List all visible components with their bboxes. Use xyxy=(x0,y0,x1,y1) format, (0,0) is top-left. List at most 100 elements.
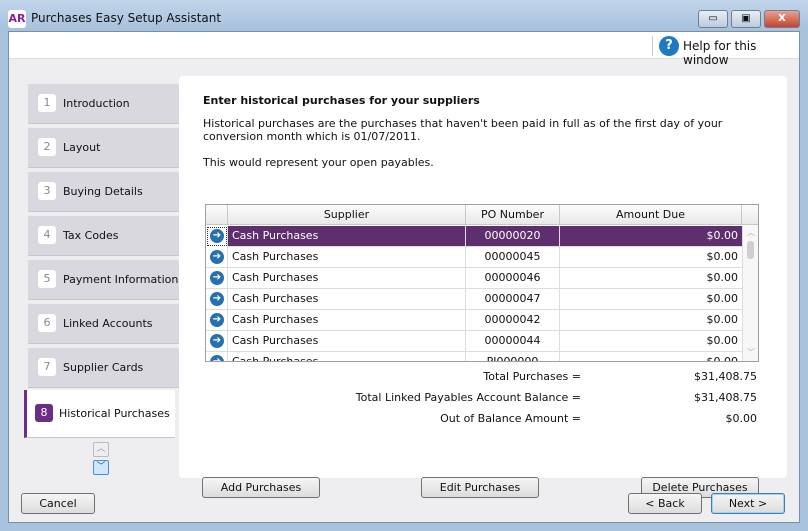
table-row[interactable]: ➔ Cash Purchases 00000046 $0.00 xyxy=(206,268,742,289)
minimize-button[interactable]: ▭ xyxy=(698,10,728,28)
header-supplier[interactable]: Supplier xyxy=(228,205,466,225)
step-introduction[interactable]: 1 Introduction xyxy=(28,84,179,124)
step-number: 1 xyxy=(38,94,56,112)
step-number: 6 xyxy=(38,314,56,332)
scroll-down-arrow-icon[interactable]: ﹀ xyxy=(747,347,755,358)
step-label: Historical Purchases xyxy=(59,407,170,420)
arrow-right-icon[interactable]: ➔ xyxy=(210,229,224,243)
total-label: Total Linked Payables Account Balance = xyxy=(355,391,581,404)
total-value: $31,408.75 xyxy=(694,370,757,383)
po-number-cell: 00000020 xyxy=(466,226,560,247)
step-linked-accounts[interactable]: 6 Linked Accounts xyxy=(28,304,179,344)
step-buying-details[interactable]: 3 Buying Details xyxy=(28,172,179,212)
vertical-scrollbar[interactable]: ︿ ﹀ xyxy=(742,225,758,361)
help-icon[interactable]: ? xyxy=(659,36,679,56)
header-indicator xyxy=(206,205,228,225)
arrow-right-icon[interactable]: ➔ xyxy=(210,250,224,264)
add-purchases-button[interactable]: Add Purchases xyxy=(202,477,320,498)
step-payment-information[interactable]: 5 Payment Information xyxy=(28,260,179,300)
row-drilldown[interactable]: ➔ xyxy=(206,352,228,361)
table-row[interactable]: ➔ Cash Purchases 00000042 $0.00 xyxy=(206,310,742,331)
po-number-cell: PJ000000 xyxy=(466,352,560,361)
arrow-right-icon[interactable]: ➔ xyxy=(210,334,224,348)
supplier-cell: Cash Purchases xyxy=(228,289,466,310)
step-number: 3 xyxy=(38,182,56,200)
step-supplier-cards[interactable]: 7 Supplier Cards xyxy=(28,348,179,388)
table-row[interactable]: ➔ Cash Purchases 00000045 $0.00 xyxy=(206,247,742,268)
app-logo: AR xyxy=(8,10,26,28)
step-label: Tax Codes xyxy=(63,229,119,242)
scroll-up-arrow-icon[interactable]: ︿ xyxy=(747,227,755,238)
scrollbar-thumb[interactable] xyxy=(747,241,754,259)
total-value: $0.00 xyxy=(725,412,758,425)
step-historical-purchases[interactable]: 8 Historical Purchases xyxy=(24,390,175,438)
supplier-cell: Cash Purchases xyxy=(228,268,466,289)
edit-purchases-button[interactable]: Edit Purchases xyxy=(421,477,539,498)
cancel-button[interactable]: Cancel xyxy=(21,493,95,514)
amount-due-cell: $0.00 xyxy=(706,334,739,347)
amount-due-cell: $0.00 xyxy=(706,229,739,242)
next-button[interactable]: Next > xyxy=(711,493,785,514)
supplier-cell: Cash Purchases xyxy=(228,352,466,361)
header-po-number[interactable]: PO Number xyxy=(466,205,560,225)
header-corner xyxy=(742,205,758,225)
po-number-cell: 00000045 xyxy=(466,247,560,268)
step-layout[interactable]: 2 Layout xyxy=(28,128,179,168)
step-number: 8 xyxy=(35,404,53,422)
arrow-right-icon[interactable]: ➔ xyxy=(210,292,224,306)
row-drilldown[interactable]: ➔ xyxy=(206,289,228,310)
step-label: Payment Information xyxy=(63,273,179,286)
step-tax-codes[interactable]: 4 Tax Codes xyxy=(28,216,179,256)
step-label: Introduction xyxy=(63,97,130,110)
window-title: Purchases Easy Setup Assistant xyxy=(31,11,222,25)
scroll-up-button[interactable]: ︿ xyxy=(93,442,109,457)
amount-due-cell: $0.00 xyxy=(706,250,739,263)
step-number: 4 xyxy=(38,226,56,244)
table-row[interactable]: ➔ Cash Purchases PJ000000 $0.00 xyxy=(206,352,742,362)
back-button[interactable]: < Back xyxy=(628,493,702,514)
amount-due-cell: $0.00 xyxy=(706,313,739,326)
arrow-right-icon[interactable]: ➔ xyxy=(210,271,224,285)
po-number-cell: 00000047 xyxy=(466,289,560,310)
maximize-button[interactable]: ▣ xyxy=(731,10,761,28)
row-drilldown[interactable]: ➔ xyxy=(206,226,228,247)
row-drilldown[interactable]: ➔ xyxy=(206,331,228,352)
table-row[interactable]: ➔ Cash Purchases 00000047 $0.00 xyxy=(206,289,742,310)
supplier-cell: Cash Purchases xyxy=(228,331,466,352)
total-label: Out of Balance Amount = xyxy=(440,412,581,425)
step-label: Layout xyxy=(63,141,101,154)
step-label: Buying Details xyxy=(63,185,143,198)
header-amount-due[interactable]: Amount Due xyxy=(560,205,742,225)
title-bar: AR Purchases Easy Setup Assistant ▭ ▣ X xyxy=(0,0,808,31)
step-number: 7 xyxy=(38,358,56,376)
scroll-down-button[interactable]: ﹀ xyxy=(93,460,109,475)
amount-due-cell: $0.00 xyxy=(706,271,739,284)
help-bar: ? Help for this window xyxy=(9,32,799,67)
table-row[interactable]: ➔ Cash Purchases 00000044 $0.00 xyxy=(206,331,742,352)
row-drilldown[interactable]: ➔ xyxy=(206,247,228,268)
step-label: Supplier Cards xyxy=(63,361,144,374)
purchases-table: Supplier PO Number Amount Due ➔ Cash Purc… xyxy=(205,204,759,362)
table-row[interactable]: ➔ Cash Purchases 00000020 $0.00 xyxy=(206,226,742,247)
step-label: Linked Accounts xyxy=(63,317,153,330)
po-number-cell: 00000042 xyxy=(466,310,560,331)
divider xyxy=(652,36,653,56)
row-drilldown[interactable]: ➔ xyxy=(206,268,228,289)
total-label: Total Purchases = xyxy=(483,370,581,383)
amount-due-cell: $0.00 xyxy=(706,355,739,362)
main-panel: Enter historical purchases for your supp… xyxy=(179,76,787,498)
wizard-body: ? Help for this window 1 Introduction 2 Lay… xyxy=(8,31,800,523)
arrow-right-icon[interactable]: ➔ xyxy=(210,313,224,327)
po-number-cell: 00000044 xyxy=(466,331,560,352)
help-link[interactable]: Help for this window xyxy=(683,39,799,67)
amount-due-cell: $0.00 xyxy=(706,292,739,305)
supplier-cell: Cash Purchases xyxy=(228,247,466,268)
step-number: 2 xyxy=(38,138,56,156)
total-value: $31,408.75 xyxy=(694,391,757,404)
close-button[interactable]: X xyxy=(764,10,800,28)
row-drilldown[interactable]: ➔ xyxy=(206,310,228,331)
page-heading: Enter historical purchases for your supp… xyxy=(203,94,480,107)
arrow-right-icon[interactable]: ➔ xyxy=(210,355,224,361)
description-payables: This would represent your open payables. xyxy=(203,156,434,169)
supplier-cell: Cash Purchases xyxy=(228,310,466,331)
